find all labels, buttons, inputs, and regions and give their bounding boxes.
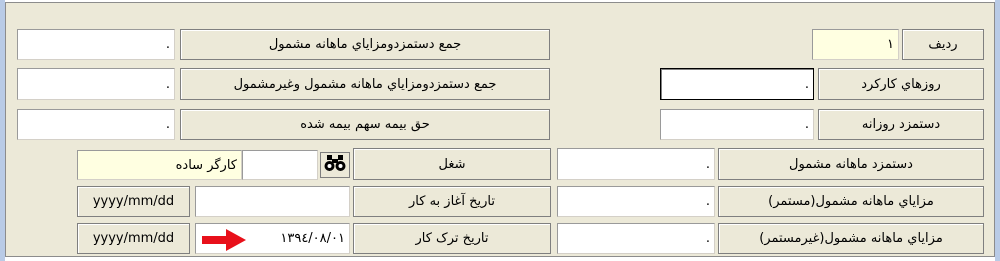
job-code-field[interactable] bbox=[242, 150, 318, 180]
total-insured-field[interactable]: . bbox=[17, 29, 175, 60]
monthly-benefits-noncontinuous-field[interactable]: . bbox=[557, 223, 715, 254]
job-name-field[interactable]: کارگر ساده bbox=[77, 150, 242, 180]
total-insured-and-non-label: جمع دستمزدومزاياي ماهانه مشمول وغيرمشمول bbox=[180, 68, 550, 100]
monthly-benefits-continuous-label: مزاياي ماهانه مشمول(مستمر) bbox=[718, 186, 984, 217]
daily-wage-field[interactable]: . bbox=[660, 109, 814, 140]
end-date-value: ١٣٩٤/٠٨/٠١ bbox=[280, 231, 345, 246]
insurance-share-field[interactable]: . bbox=[17, 109, 175, 140]
insurance-share-label: حق بيمه سهم بيمه شده bbox=[180, 109, 550, 140]
job-search-button[interactable] bbox=[320, 152, 350, 178]
work-days-label: روزهاي کارکرد bbox=[818, 68, 984, 100]
monthly-benefits-noncontinuous-label: مزاياي ماهانه مشمول(غيرمستمر) bbox=[718, 223, 984, 254]
start-date-format: yyyy/mm/dd bbox=[77, 186, 190, 217]
job-label: شغل bbox=[353, 148, 551, 180]
start-date-field[interactable] bbox=[195, 186, 350, 217]
window-right-edge bbox=[995, 0, 1000, 261]
radif-label: رديف bbox=[902, 29, 984, 60]
monthly-benefits-continuous-field[interactable]: . bbox=[557, 186, 715, 217]
end-date-label: تاريخ ترک کار bbox=[353, 223, 551, 254]
end-date-format: yyyy/mm/dd bbox=[77, 223, 190, 254]
daily-wage-label: دستمزد روزانه bbox=[818, 109, 984, 140]
radif-field[interactable]: ١ bbox=[812, 29, 899, 60]
start-date-label: تاريخ آغاز به کار bbox=[353, 186, 551, 217]
red-arrow-icon bbox=[202, 229, 246, 251]
binoculars-icon bbox=[324, 153, 346, 177]
monthly-insured-wage-label: دستمزد ماهانه مشمول bbox=[718, 148, 984, 180]
monthly-insured-wage-field[interactable]: . bbox=[557, 148, 715, 180]
total-insured-label: جمع دستمزدومزاياي ماهانه مشمول bbox=[180, 29, 550, 60]
total-insured-and-non-field[interactable]: . bbox=[17, 68, 175, 100]
work-days-field[interactable]: . bbox=[660, 68, 814, 100]
